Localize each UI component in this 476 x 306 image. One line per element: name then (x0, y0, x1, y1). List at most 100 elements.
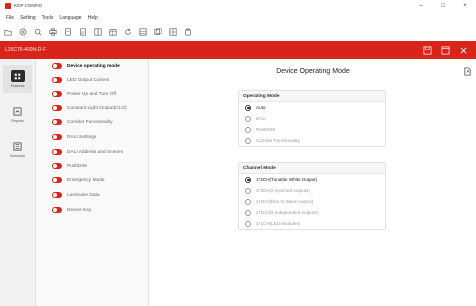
radio-button[interactable] (245, 187, 251, 194)
option-tunable-white[interactable]: 1*2CH(Tunable White Output) (239, 174, 385, 185)
rail-item-features[interactable]: Features (3, 65, 32, 93)
radio-button[interactable] (245, 115, 251, 122)
navigation-rail: Features Reports Summary (0, 59, 36, 306)
refresh-icon[interactable] (120, 25, 135, 39)
feature-item-pushdim[interactable]: PushDIM (36, 160, 149, 172)
radio-button[interactable] (245, 176, 251, 183)
option-pushdim[interactable]: PushDIM (239, 124, 385, 135)
feature-label: DALI Address and Scenes (67, 149, 123, 155)
option-label: Corridor Functionality (256, 138, 300, 143)
option-label: 1*2CH(2 synched outputs) (256, 188, 310, 193)
clipboard-icon[interactable] (180, 25, 195, 39)
radio-button[interactable] (245, 209, 251, 216)
radio-button[interactable] (245, 137, 251, 144)
device-header: L35C75-400N-D-F (0, 41, 476, 59)
radio-button[interactable] (245, 198, 251, 205)
document-icon[interactable] (60, 25, 75, 39)
columns-icon[interactable] (90, 25, 105, 39)
toggle-switch[interactable] (52, 192, 62, 198)
feature-item-dali-settings[interactable]: DALI Settings (36, 131, 149, 143)
folder-icon[interactable] (0, 25, 15, 39)
feature-label: Emergency Mode (67, 177, 105, 183)
feature-item-device-key[interactable]: Device Key (36, 204, 149, 216)
operating-mode-heading: Operating Mode (239, 91, 385, 102)
toggle-switch[interactable] (52, 63, 62, 69)
toggle-switch[interactable] (52, 177, 62, 183)
toggle-switch[interactable] (52, 207, 62, 213)
toggle-switch[interactable] (52, 163, 62, 169)
minimize-button[interactable]: – (410, 0, 432, 11)
layers-icon[interactable] (150, 25, 165, 39)
summary-icon (11, 140, 25, 152)
toggle-switch[interactable] (52, 77, 62, 83)
option-independent-outputs[interactable]: 2*1CH(2 independent outputs) (239, 207, 385, 218)
feature-label: Power Up and Turn Off (67, 91, 116, 97)
title-bar: KGP CONFIG – □ × (0, 0, 476, 11)
option-auto[interactable]: Auto (239, 102, 385, 113)
channel-mode-heading: Channel Mode (239, 163, 385, 174)
feature-label: Luminaire Data (67, 192, 100, 198)
toggle-switch[interactable] (52, 119, 62, 125)
features-icon (10, 70, 25, 82)
menu-language[interactable]: Language (59, 15, 81, 21)
feature-label: Corridor Functionality (67, 119, 113, 125)
feature-item-luminaire-data[interactable]: Luminaire Data (36, 189, 149, 201)
rail-label-reports: Reports (11, 119, 24, 123)
feature-label: Constant Light Output(CLO) (67, 105, 127, 111)
rail-label-summary: Summary (10, 154, 25, 158)
maximize-button[interactable]: □ (432, 0, 454, 11)
option-label: 1*2CH(Tunable White Output) (256, 177, 318, 182)
option-label: Auto (256, 105, 266, 110)
feature-item-emergency-mode[interactable]: Emergency Mode (36, 174, 149, 186)
option-label: 1*2CH(Dim to Warm output) (256, 199, 314, 204)
rail-label-features: Features (10, 84, 25, 88)
feature-item-corridor[interactable]: Corridor Functionality (36, 116, 149, 128)
menu-help[interactable]: Help (88, 15, 98, 21)
menu-setting[interactable]: Setting (20, 15, 36, 21)
option-led-modules[interactable]: 1*1CH(LED Modules) (239, 218, 385, 229)
toggle-switch[interactable] (52, 105, 62, 111)
option-label: PushDIM (256, 127, 275, 132)
window-icon[interactable] (436, 41, 454, 59)
feature-label: DALI Settings (67, 134, 97, 140)
toolbar (0, 25, 476, 39)
radio-button[interactable] (245, 126, 251, 133)
toggle-switch[interactable] (52, 149, 62, 155)
option-dim-to-warm[interactable]: 1*2CH(Dim to Warm output) (239, 196, 385, 207)
channel-mode-section: Channel Mode 1*2CH(Tunable White Output)… (238, 162, 386, 230)
radio-button[interactable] (245, 220, 251, 227)
feature-item-dali-address[interactable]: DALI Address and Scenes (36, 146, 149, 158)
feature-label: Device Key (67, 207, 92, 213)
search-icon[interactable] (30, 25, 45, 39)
close-button[interactable]: × (454, 0, 476, 11)
toggle-switch[interactable] (52, 91, 62, 97)
menu-tools[interactable]: Tools (42, 15, 54, 21)
save-icon[interactable] (418, 41, 436, 59)
app-title: KGP CONFIG (14, 3, 43, 8)
rail-item-reports[interactable]: Reports (3, 100, 32, 128)
document-copy-icon[interactable] (75, 25, 90, 39)
option-label: 2*1CH(2 independent outputs) (256, 210, 319, 215)
menu-file[interactable]: File (6, 15, 14, 21)
plus-icon[interactable] (15, 25, 30, 39)
database-icon[interactable] (135, 25, 150, 39)
feature-item-led-output-current[interactable]: LED Output Current (36, 74, 149, 86)
feature-item-power-up[interactable]: Power Up and Turn Off (36, 88, 149, 100)
toggle-switch[interactable] (52, 134, 62, 140)
option-synched-outputs[interactable]: 1*2CH(2 synched outputs) (239, 185, 385, 196)
option-corridor[interactable]: Corridor Functionality (239, 135, 385, 146)
feature-item-clo[interactable]: Constant Light Output(CLO) (36, 102, 149, 114)
close-device-icon[interactable] (454, 41, 472, 59)
rail-item-summary[interactable]: Summary (3, 135, 32, 163)
radio-button[interactable] (245, 104, 251, 111)
print-icon[interactable] (45, 25, 60, 39)
calendar-icon[interactable] (105, 25, 120, 39)
feature-label: Device operating mode (67, 63, 120, 69)
grid-icon[interactable] (165, 25, 180, 39)
device-name: L35C75-400N-D-F (5, 47, 47, 53)
option-dali[interactable]: DALI (239, 113, 385, 124)
feature-item-device-operating-mode[interactable]: Device operating mode (36, 60, 149, 72)
window-controls: – □ × (410, 0, 476, 11)
export-icon[interactable] (463, 67, 472, 76)
feature-label: LED Output Current (67, 77, 110, 83)
